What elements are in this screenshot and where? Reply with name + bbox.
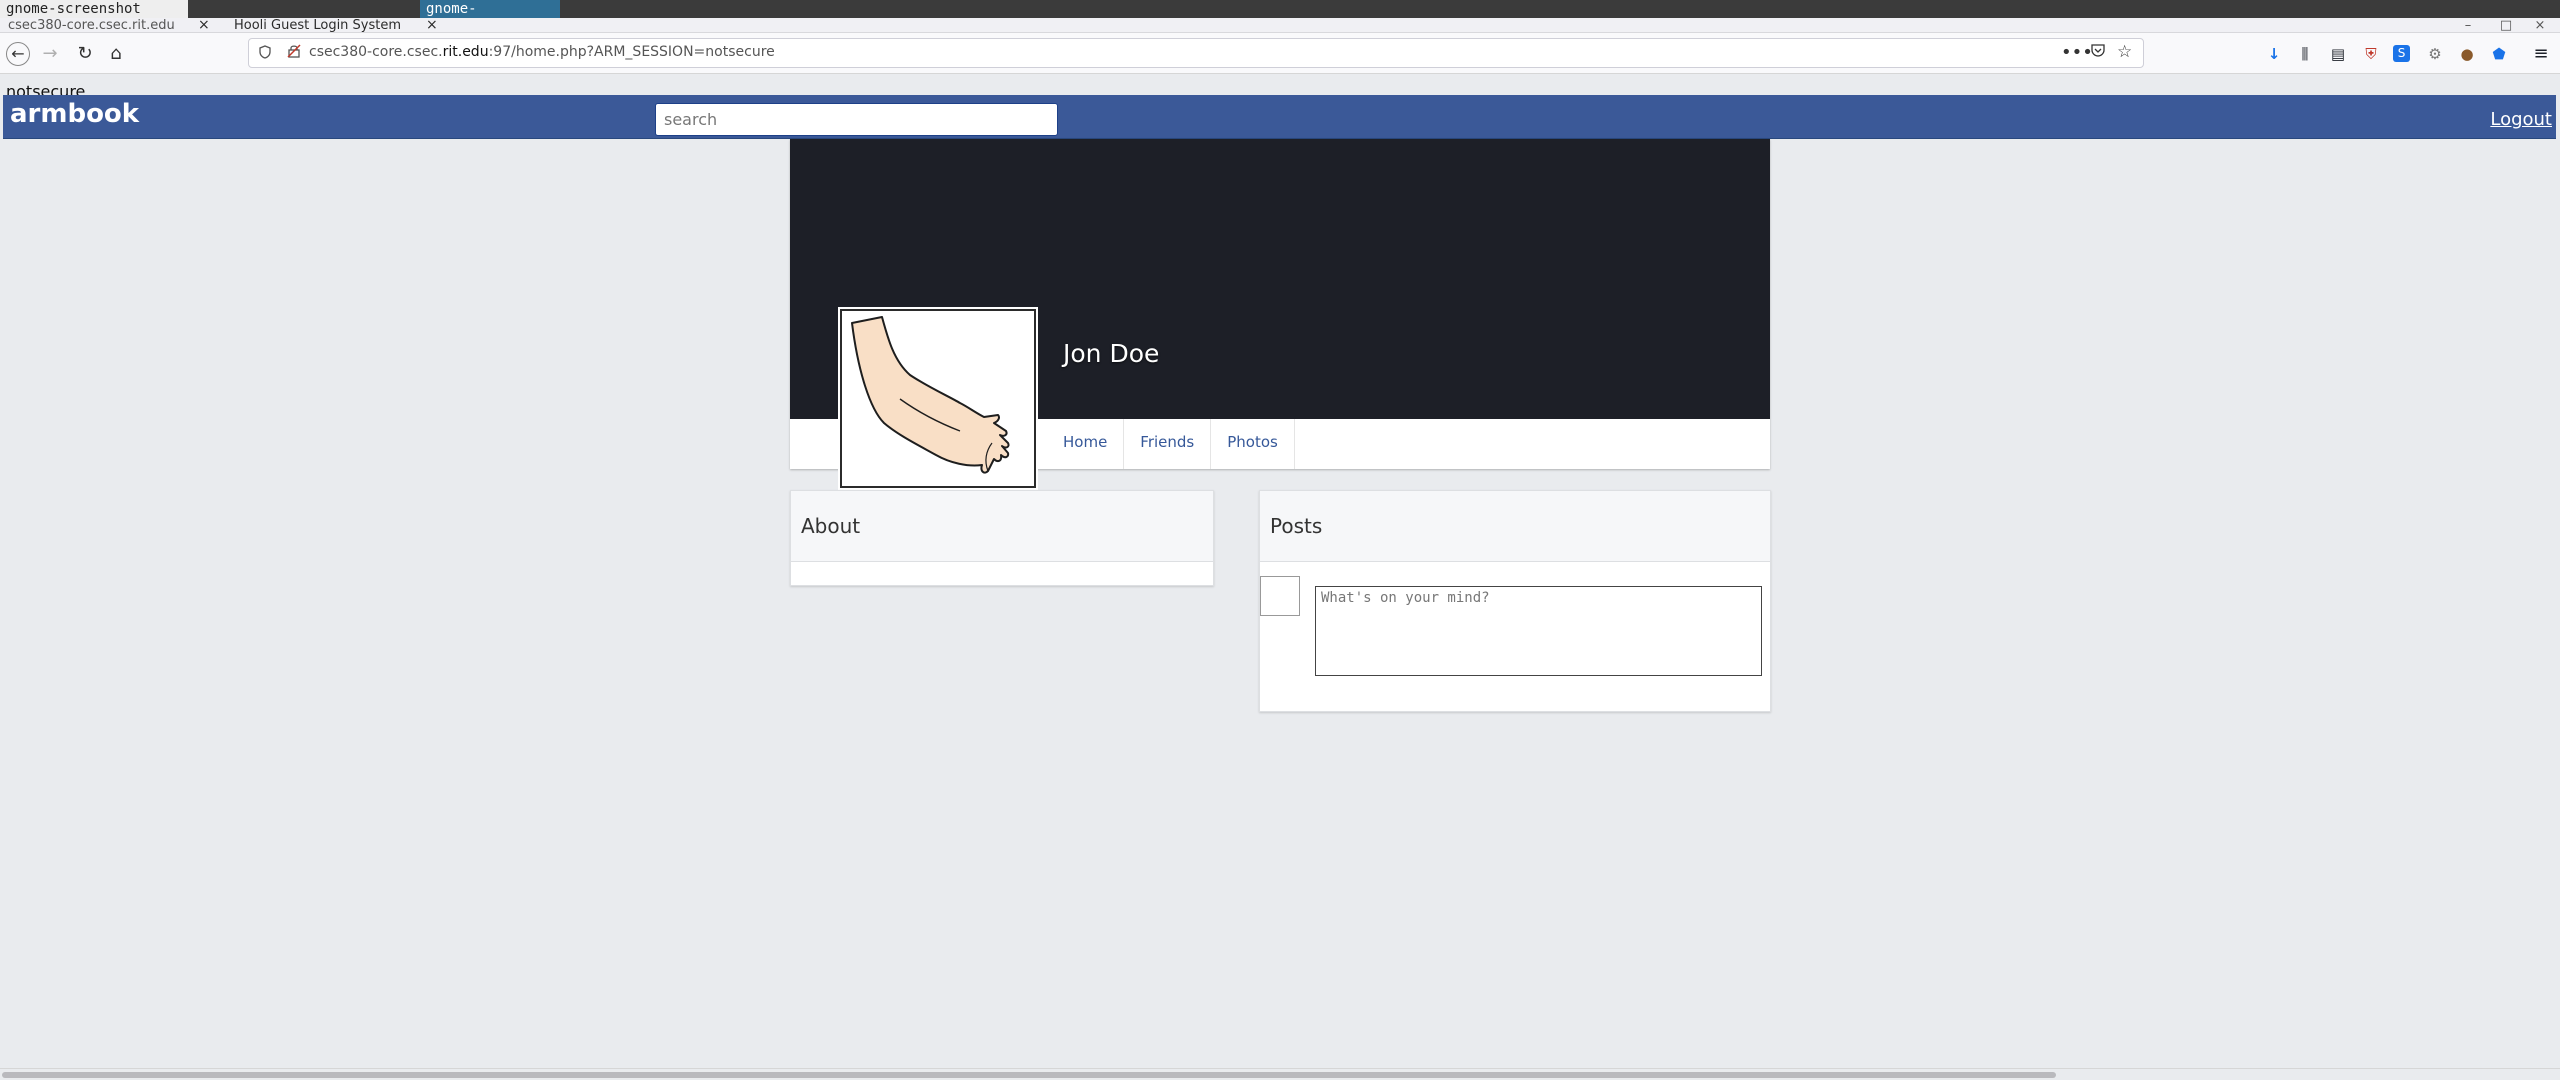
post-textarea[interactable] bbox=[1315, 586, 1762, 676]
browser-tab-strip: csec380-core.csec.rit.edu × Hooli Guest … bbox=[0, 18, 2560, 33]
profile-header: Jon Doe Home Friends Photos bbox=[790, 139, 1770, 488]
profile-nav: Home Friends Photos bbox=[1047, 419, 1295, 469]
about-card: About bbox=[790, 490, 1214, 586]
close-tab-icon[interactable]: × bbox=[198, 18, 212, 33]
bookmark-star-icon[interactable]: ☆ bbox=[2117, 42, 2132, 62]
about-title: About bbox=[791, 491, 1213, 562]
close-tab-icon[interactable]: × bbox=[426, 18, 440, 33]
site-logo[interactable]: armbook bbox=[10, 99, 139, 129]
cookie-icon[interactable]: ● bbox=[2457, 44, 2477, 64]
extension-shield-icon[interactable]: ⬟ bbox=[2489, 44, 2509, 64]
page-actions-icon[interactable]: ••• bbox=[2061, 42, 2093, 63]
download-icon[interactable]: ↓ bbox=[2264, 44, 2284, 64]
url-bar[interactable]: csec380-core.csec.rit.edu:97/home.php?AR… bbox=[248, 38, 2144, 68]
tracking-shield-icon[interactable] bbox=[259, 45, 271, 63]
arm-illustration bbox=[851, 316, 1010, 474]
scrollbar-thumb[interactable] bbox=[2, 1072, 2056, 1078]
tab-friends[interactable]: Friends bbox=[1124, 419, 1212, 469]
url-domain: rit.edu bbox=[442, 44, 489, 60]
extension-s-icon[interactable]: S bbox=[2393, 45, 2410, 62]
profile-name[interactable]: Jon Doe bbox=[1063, 339, 1159, 368]
posts-card: Posts bbox=[1259, 490, 1771, 712]
browser-tab-armbook[interactable]: csec380-core.csec.rit.edu bbox=[8, 18, 218, 33]
tab-home[interactable]: Home bbox=[1047, 419, 1125, 469]
browser-tab-hooli[interactable]: Hooli Guest Login System bbox=[234, 18, 449, 33]
horizontal-scrollbar[interactable] bbox=[0, 1068, 2560, 1080]
forward-arrow-icon[interactable]: → bbox=[38, 42, 62, 66]
logout-link[interactable]: Logout bbox=[2490, 109, 2552, 130]
profile-picture[interactable] bbox=[840, 309, 1036, 488]
back-arrow-icon[interactable]: ← bbox=[6, 42, 30, 66]
url-text[interactable]: csec380-core.csec.rit.edu:97/home.php?AR… bbox=[309, 44, 775, 60]
site-header: armbook Logout bbox=[3, 95, 2556, 139]
url-suffix: :97/home.php?ARM_SESSION=notsecure bbox=[488, 44, 775, 60]
url-prefix: csec380-core.csec. bbox=[309, 44, 443, 60]
sidebar-icon[interactable]: ▤ bbox=[2328, 44, 2348, 64]
browser-toolbar: ← → ↻ ⌂ csec380-core.csec.rit.edu:97/hom… bbox=[0, 33, 2560, 74]
tab-photos[interactable]: Photos bbox=[1211, 419, 1295, 469]
ublock-icon[interactable]: ⛨ bbox=[2361, 44, 2381, 64]
close-window-icon[interactable]: × bbox=[2530, 18, 2550, 33]
posts-title: Posts bbox=[1260, 491, 1770, 562]
insecure-lock-icon[interactable] bbox=[287, 44, 301, 62]
minimize-icon[interactable]: – bbox=[2458, 18, 2478, 33]
extension-gear-icon[interactable]: ⚙ bbox=[2425, 44, 2445, 64]
library-icon[interactable]: ⫼ bbox=[2295, 44, 2315, 64]
avatar bbox=[1260, 576, 1300, 616]
hamburger-menu-icon[interactable]: ≡ bbox=[2531, 44, 2551, 64]
screenshot-tool-tab[interactable]: gnome-screenshot bbox=[0, 0, 188, 18]
system-top-bar: gnome-screenshot gnome-screenshot bbox=[0, 0, 2560, 35]
home-icon[interactable]: ⌂ bbox=[104, 42, 128, 66]
search-input[interactable] bbox=[655, 103, 1058, 136]
screenshot-tool-active-tab[interactable]: gnome-screenshot bbox=[420, 0, 560, 35]
pocket-icon[interactable] bbox=[2091, 44, 2105, 61]
maximize-icon[interactable]: □ bbox=[2496, 18, 2516, 33]
reload-icon[interactable]: ↻ bbox=[73, 42, 97, 66]
